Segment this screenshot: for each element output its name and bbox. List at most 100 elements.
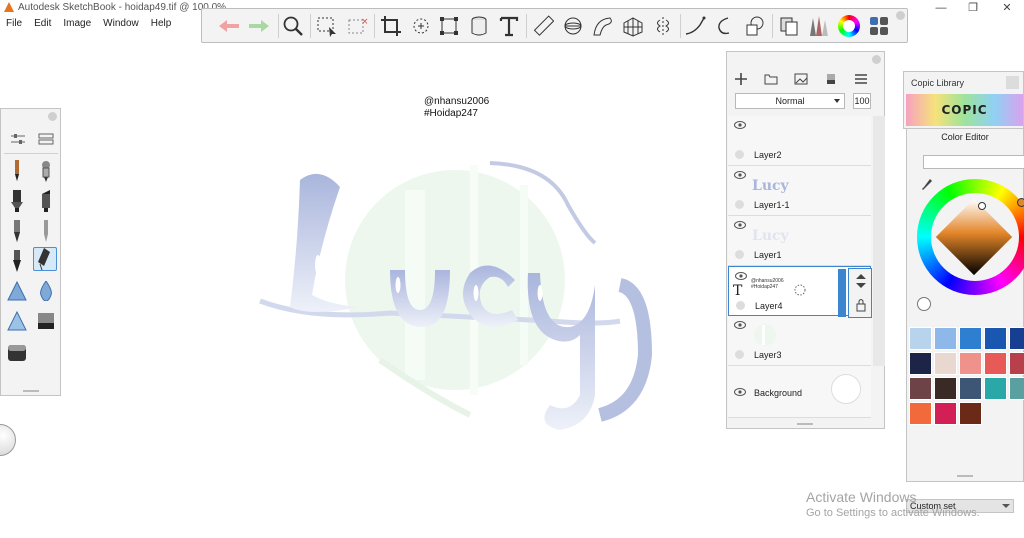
- airbrush-icon[interactable]: [34, 159, 58, 183]
- color-swatch[interactable]: [959, 402, 982, 425]
- ellipse-guide-icon[interactable]: [560, 13, 586, 39]
- symmetry-icon[interactable]: [650, 13, 676, 39]
- clear-layer-icon[interactable]: [821, 71, 841, 87]
- crop-icon[interactable]: [378, 13, 404, 39]
- layer-row-background[interactable]: Background: [728, 366, 871, 418]
- layer-panel-resize-handle[interactable]: [797, 423, 813, 425]
- text-icon[interactable]: [496, 13, 522, 39]
- eyedropper-icon[interactable]: [921, 178, 933, 192]
- layer-row-layer3[interactable]: Layer3: [728, 316, 871, 366]
- layer-row-layer1-1[interactable]: Lucy Layer1-1: [728, 166, 871, 216]
- copic-close-icon[interactable]: [1006, 76, 1019, 89]
- french-curve-icon[interactable]: [590, 13, 616, 39]
- minimize-button[interactable]: —: [926, 0, 956, 16]
- visibility-eye-icon[interactable]: [734, 121, 746, 129]
- color-swatch[interactable]: [934, 327, 957, 350]
- add-group-icon[interactable]: [761, 71, 781, 87]
- brush-library-toggle-icon[interactable]: [34, 127, 58, 151]
- color-swatch[interactable]: [984, 352, 1007, 375]
- layer-panel-scrollbar[interactable]: [873, 116, 885, 366]
- color-swatch[interactable]: [909, 402, 932, 425]
- color-picker-handle[interactable]: [978, 202, 986, 210]
- hue-picker-handle[interactable]: [1017, 198, 1024, 207]
- marker-brush-icon[interactable]: [5, 189, 29, 213]
- eraser-icon[interactable]: [34, 309, 58, 333]
- ruler-icon[interactable]: [530, 13, 556, 39]
- color-swatch[interactable]: [959, 377, 982, 400]
- color-editor-resize-handle[interactable]: [957, 475, 973, 477]
- add-image-icon[interactable]: [791, 71, 811, 87]
- soft-eraser-icon[interactable]: [5, 341, 29, 365]
- background-color-swatch[interactable]: [831, 374, 861, 404]
- palette-close-icon[interactable]: [48, 112, 57, 121]
- calligraphy-pen-icon[interactable]: [33, 247, 57, 271]
- menu-help[interactable]: Help: [145, 17, 178, 31]
- layer-menu-icon[interactable]: [851, 71, 871, 87]
- color-wheel-icon[interactable]: [836, 13, 862, 39]
- menu-window[interactable]: Window: [97, 17, 145, 31]
- smear-brush-icon[interactable]: [5, 279, 29, 303]
- copic-banner[interactable]: COPIC: [906, 94, 1023, 126]
- layer-lock-dot[interactable]: [735, 250, 744, 259]
- color-swatch[interactable]: [934, 352, 957, 375]
- distort-icon[interactable]: [436, 13, 462, 39]
- perspective-icon[interactable]: [620, 13, 646, 39]
- brush-library-icon[interactable]: [806, 13, 832, 39]
- steady-stroke-icon[interactable]: [712, 13, 738, 39]
- fine-pen-icon[interactable]: [34, 219, 58, 243]
- visibility-eye-icon[interactable]: [734, 221, 746, 229]
- visibility-eye-icon[interactable]: [734, 171, 746, 179]
- fill-icon[interactable]: [466, 13, 492, 39]
- color-swatch[interactable]: [1009, 327, 1024, 350]
- color-swatch[interactable]: [959, 327, 982, 350]
- color-swatch[interactable]: [909, 377, 932, 400]
- color-swatch[interactable]: [909, 352, 932, 375]
- maximize-button[interactable]: ❐: [958, 0, 988, 16]
- color-swatch[interactable]: [934, 402, 957, 425]
- palette-resize-handle[interactable]: [23, 390, 39, 392]
- layer-panel-close-icon[interactable]: [872, 55, 881, 64]
- toolbar-close-icon[interactable]: [896, 11, 905, 20]
- visibility-eye-icon[interactable]: [735, 272, 747, 280]
- toolbar-menu-icon[interactable]: [866, 13, 892, 39]
- move-layer-icon[interactable]: [855, 274, 867, 288]
- undo-icon[interactable]: [216, 13, 242, 39]
- sharpen-brush-icon[interactable]: [5, 309, 29, 333]
- visibility-eye-icon[interactable]: [734, 321, 746, 329]
- copy-icon[interactable]: [776, 13, 802, 39]
- zoom-icon[interactable]: [280, 13, 306, 39]
- opacity-field[interactable]: 100: [853, 93, 871, 109]
- layer-lock-dot[interactable]: [735, 350, 744, 359]
- redo-icon[interactable]: [246, 13, 272, 39]
- blend-mode-select[interactable]: Normal: [735, 93, 845, 109]
- transform-icon[interactable]: [408, 13, 434, 39]
- menu-edit[interactable]: Edit: [28, 17, 57, 31]
- crop-select-icon[interactable]: ×: [344, 13, 370, 39]
- color-swatch[interactable]: [984, 377, 1007, 400]
- canvas-artwork[interactable]: [250, 95, 670, 440]
- shape-icon[interactable]: [742, 13, 768, 39]
- blur-brush-icon[interactable]: [34, 279, 58, 303]
- layer-lock-dot[interactable]: [735, 150, 744, 159]
- lock-icon[interactable]: [855, 298, 867, 312]
- layer-row-layer1[interactable]: Lucy Layer1: [728, 216, 871, 266]
- lagoon-puck[interactable]: [0, 424, 16, 456]
- add-layer-icon[interactable]: [731, 71, 751, 87]
- color-hex-input[interactable]: [923, 155, 1024, 169]
- brush-properties-icon[interactable]: [6, 127, 30, 151]
- color-preview-swatch[interactable]: [917, 297, 931, 311]
- color-swatch[interactable]: [959, 352, 982, 375]
- layer-lock-dot[interactable]: [736, 301, 745, 310]
- ink-pen-icon[interactable]: [5, 219, 29, 243]
- layer-row-layer2[interactable]: Layer2: [728, 116, 871, 166]
- color-swatch[interactable]: [1009, 352, 1024, 375]
- menu-image[interactable]: Image: [57, 17, 97, 31]
- close-window-button[interactable]: ✕: [992, 0, 1022, 16]
- select-icon[interactable]: [314, 13, 340, 39]
- color-swatch[interactable]: [934, 377, 957, 400]
- color-swatch[interactable]: [984, 327, 1007, 350]
- chisel-marker-icon[interactable]: [34, 189, 58, 213]
- color-swatch[interactable]: [1009, 377, 1024, 400]
- stroke-icon[interactable]: [682, 13, 708, 39]
- menu-file[interactable]: File: [0, 17, 28, 31]
